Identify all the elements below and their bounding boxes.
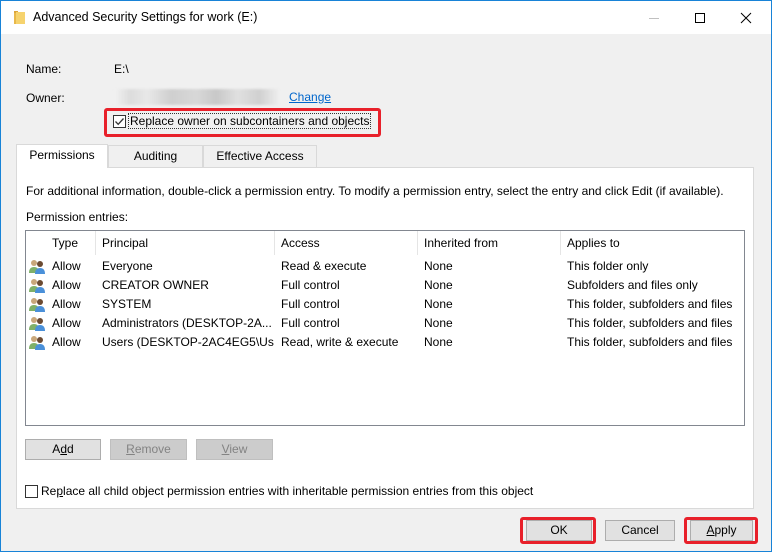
replace-owner-checkbox[interactable] bbox=[113, 115, 126, 128]
replace-child-post: lace all child object permission entries… bbox=[63, 484, 534, 498]
cell-principal: CREATOR OWNER bbox=[102, 278, 209, 292]
users-icon bbox=[29, 279, 45, 293]
maximize-icon bbox=[695, 12, 705, 23]
cell-access: Read, write & execute bbox=[281, 335, 399, 349]
apply-label-accel: A bbox=[706, 523, 715, 537]
replace-child-permissions-checkbox[interactable] bbox=[25, 485, 38, 498]
view-label-post: iew bbox=[229, 442, 248, 456]
apply-label-rest: pply bbox=[714, 523, 737, 537]
cell-applies-to: This folder, subfolders and files bbox=[567, 297, 733, 311]
folder-icon bbox=[14, 11, 25, 24]
add-label-post: d bbox=[67, 442, 74, 456]
close-icon bbox=[740, 12, 752, 23]
permission-row[interactable]: Allow Everyone Read & execute None This … bbox=[26, 257, 744, 276]
permission-row[interactable]: Allow CREATOR OWNER Full control None Su… bbox=[26, 276, 744, 295]
cell-inherited-from: None bbox=[424, 278, 453, 292]
users-icon bbox=[29, 298, 45, 312]
cell-access: Read & execute bbox=[281, 259, 367, 273]
cell-applies-to: This folder, subfolders and files bbox=[567, 316, 733, 330]
users-icon bbox=[29, 336, 45, 350]
window-title: Advanced Security Settings for work (E:) bbox=[33, 10, 258, 24]
cell-inherited-from: None bbox=[424, 335, 453, 349]
permission-row[interactable]: Allow SYSTEM Full control None This fold… bbox=[26, 295, 744, 314]
cell-type: Allow bbox=[52, 335, 81, 349]
permission-entries-label: Permission entries: bbox=[26, 210, 129, 224]
remove-label-accel: R bbox=[126, 442, 135, 456]
owner-label: Owner: bbox=[26, 91, 65, 105]
replace-owner-label[interactable]: Replace owner on subcontainers and objec… bbox=[127, 113, 372, 129]
column-header-type[interactable]: Type bbox=[46, 231, 96, 255]
cell-principal: Users (DESKTOP-2AC4EG5\Us... bbox=[102, 335, 274, 349]
ok-button[interactable]: OK bbox=[526, 520, 592, 541]
list-header: Type Principal Access Inherited from App… bbox=[26, 231, 744, 255]
cell-access: Full control bbox=[281, 278, 340, 292]
cell-inherited-from: None bbox=[424, 259, 453, 273]
replace-child-pre: Re bbox=[41, 484, 57, 498]
cell-applies-to: Subfolders and files only bbox=[567, 278, 698, 292]
title-bar[interactable]: Advanced Security Settings for work (E:) bbox=[1, 1, 771, 34]
name-label: Name: bbox=[26, 62, 62, 76]
cell-applies-to: This folder only bbox=[567, 259, 649, 273]
cell-principal: Everyone bbox=[102, 259, 153, 273]
permission-row[interactable]: Allow Administrators (DESKTOP-2A... Full… bbox=[26, 314, 744, 333]
cell-principal: Administrators (DESKTOP-2A... bbox=[102, 316, 272, 330]
permission-row[interactable]: Allow Users (DESKTOP-2AC4EG5\Us... Read,… bbox=[26, 333, 744, 352]
remove-button[interactable]: Remove bbox=[110, 439, 187, 460]
minimize-button[interactable] bbox=[631, 1, 677, 34]
tab-auditing[interactable]: Auditing bbox=[108, 145, 203, 167]
owner-value-redacted bbox=[114, 89, 279, 105]
cell-type: Allow bbox=[52, 316, 81, 330]
column-header-inherited-from[interactable]: Inherited from bbox=[418, 231, 561, 255]
column-header-applies-to[interactable]: Applies to bbox=[561, 231, 746, 255]
column-header-access[interactable]: Access bbox=[275, 231, 418, 255]
cell-type: Allow bbox=[52, 297, 81, 311]
column-header-principal[interactable]: Principal bbox=[96, 231, 275, 255]
checkmark-icon bbox=[115, 118, 124, 126]
cell-principal: SYSTEM bbox=[102, 297, 152, 311]
add-button[interactable]: Add bbox=[25, 439, 101, 460]
apply-button[interactable]: Apply bbox=[690, 520, 753, 541]
minimize-icon bbox=[649, 17, 659, 19]
cell-type: Allow bbox=[52, 259, 81, 273]
close-button[interactable] bbox=[723, 1, 769, 34]
maximize-button[interactable] bbox=[677, 1, 723, 34]
tab-permissions[interactable]: Permissions bbox=[16, 144, 108, 168]
name-value: E:\ bbox=[114, 62, 129, 76]
cell-applies-to: This folder, subfolders and files bbox=[567, 335, 733, 349]
permission-entries-list[interactable]: Type Principal Access Inherited from App… bbox=[25, 230, 745, 426]
view-button[interactable]: View bbox=[196, 439, 273, 460]
cell-inherited-from: None bbox=[424, 316, 453, 330]
info-text: For additional information, double-click… bbox=[26, 184, 724, 198]
cell-type: Allow bbox=[52, 278, 81, 292]
tab-effective-access[interactable]: Effective Access bbox=[203, 145, 317, 167]
add-label-accel: d bbox=[60, 442, 67, 456]
cell-access: Full control bbox=[281, 297, 340, 311]
users-icon bbox=[29, 260, 45, 274]
replace-child-permissions-label[interactable]: Replace all child object permission entr… bbox=[41, 484, 533, 498]
cancel-button[interactable]: Cancel bbox=[605, 520, 675, 541]
users-icon bbox=[29, 317, 45, 331]
change-owner-link[interactable]: Change bbox=[289, 90, 331, 104]
remove-label-post: emove bbox=[134, 442, 171, 456]
cell-inherited-from: None bbox=[424, 297, 453, 311]
cell-access: Full control bbox=[281, 316, 340, 330]
